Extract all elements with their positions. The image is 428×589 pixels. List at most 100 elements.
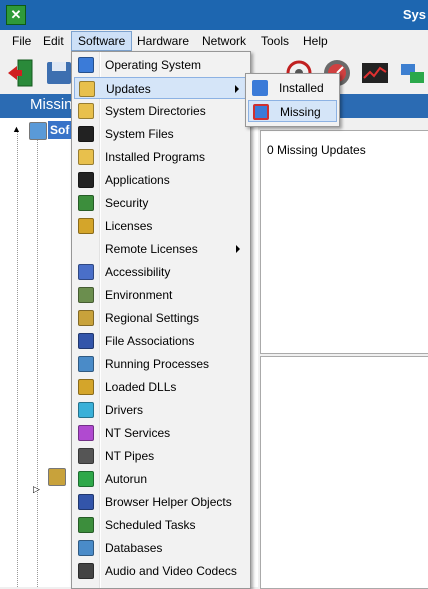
menu-item-applications[interactable]: Applications xyxy=(74,169,248,191)
folder-icon xyxy=(79,81,95,97)
menu-item-audio-and-video-codecs[interactable]: Audio and Video Codecs xyxy=(74,560,248,582)
exit-icon[interactable] xyxy=(6,58,36,88)
menu-item-system-files[interactable]: System Files xyxy=(74,123,248,145)
menu-bar: File Edit Software Hardware Network Tool… xyxy=(0,30,428,53)
gear-icon xyxy=(78,425,94,441)
menu-item-nt-services[interactable]: NT Services xyxy=(74,422,248,444)
codec-icon xyxy=(78,563,94,579)
menu-item-loaded-dlls[interactable]: Loaded DLLs xyxy=(74,376,248,398)
menu-item-label: Missing xyxy=(280,105,321,119)
menu-item-label: Operating System xyxy=(105,58,202,72)
network-icon[interactable] xyxy=(398,58,428,88)
gear-icon xyxy=(78,402,94,418)
tree-connector xyxy=(37,140,38,587)
submenu-arrow-icon xyxy=(236,245,240,253)
menu-item-label: Security xyxy=(105,196,149,210)
windows-icon xyxy=(78,57,94,73)
menu-item-label: Browser Helper Objects xyxy=(105,495,232,509)
menu-item-label: Applications xyxy=(105,173,170,187)
console-icon xyxy=(78,126,94,142)
menu-item-updates-installed[interactable]: Installed xyxy=(248,77,337,99)
shield-icon xyxy=(78,195,94,211)
updates-list[interactable]: 0 Missing Updates xyxy=(260,130,428,354)
menu-hardware[interactable]: Hardware xyxy=(131,32,195,50)
title-bar: ✕ Sys xyxy=(0,0,428,30)
menu-item-licenses[interactable]: Licenses xyxy=(74,215,248,237)
menu-software[interactable]: Software xyxy=(71,31,133,51)
tree-expander[interactable]: ▲ xyxy=(12,124,21,134)
task-icon xyxy=(78,517,94,533)
menu-item-label: Installed xyxy=(279,81,324,95)
menu-item-nt-pipes[interactable]: NT Pipes xyxy=(74,445,248,467)
missing-updates-count: 0 Missing Updates xyxy=(267,143,366,157)
menu-item-label: File Associations xyxy=(105,334,195,348)
menu-item-label: Accessibility xyxy=(105,265,171,279)
menu-item-installed-programs[interactable]: Installed Programs xyxy=(74,146,248,168)
menu-edit[interactable]: Edit xyxy=(37,32,70,50)
environment-icon xyxy=(78,287,94,303)
menu-item-system-directories[interactable]: System Directories xyxy=(74,100,248,122)
accessibility-icon xyxy=(78,264,94,280)
folder-icon xyxy=(78,149,94,165)
menu-network[interactable]: Network xyxy=(196,32,252,50)
menu-item-drivers[interactable]: Drivers xyxy=(74,399,248,421)
windows-icon xyxy=(252,80,268,96)
updates-submenu: Installed Missing xyxy=(245,73,340,127)
app-icon[interactable]: ✕ xyxy=(6,5,26,25)
tree-expander[interactable]: ▷ xyxy=(33,484,40,495)
menu-item-security[interactable]: Security xyxy=(74,192,248,214)
menu-item-label: Audio and Video Codecs xyxy=(105,564,237,578)
menu-item-label: System Directories xyxy=(105,104,206,118)
menu-item-environment[interactable]: Environment xyxy=(74,284,248,306)
menu-item-label: Licenses xyxy=(105,219,153,233)
menu-item-label: NT Pipes xyxy=(105,449,155,463)
menu-item-file-associations[interactable]: File Associations xyxy=(74,330,248,352)
menu-item-operating-system[interactable]: Operating System xyxy=(74,54,248,76)
menu-item-label: Installed Programs xyxy=(105,150,206,164)
menu-item-running-processes[interactable]: Running Processes xyxy=(74,353,248,375)
software-icon xyxy=(29,122,47,140)
pipe-icon xyxy=(78,448,94,464)
menu-item-updates[interactable]: Updates xyxy=(74,77,248,99)
bho-icon xyxy=(78,494,94,510)
menu-item-remote-licenses[interactable]: Remote Licenses xyxy=(74,238,248,260)
tree-item-icon xyxy=(48,468,66,486)
missing-update-icon xyxy=(253,104,269,120)
menu-tools[interactable]: Tools xyxy=(255,32,295,50)
menu-item-autorun[interactable]: Autorun xyxy=(74,468,248,490)
font-icon xyxy=(78,310,94,326)
menu-item-label: Scheduled Tasks xyxy=(105,518,196,532)
menu-item-label: Updates xyxy=(106,82,151,96)
font-icon xyxy=(78,333,94,349)
menu-item-label: Remote Licenses xyxy=(105,242,198,256)
tree-connector xyxy=(17,130,18,587)
menu-item-regional-settings[interactable]: Regional Settings xyxy=(74,307,248,329)
dll-icon xyxy=(78,379,94,395)
menu-item-updates-missing[interactable]: Missing xyxy=(248,100,337,122)
monitor-graph-icon[interactable] xyxy=(360,58,390,88)
database-icon xyxy=(78,540,94,556)
autorun-icon xyxy=(78,471,94,487)
menu-item-label: Running Processes xyxy=(105,357,210,371)
blank-icon xyxy=(78,241,94,257)
menu-item-label: NT Services xyxy=(105,426,171,440)
tree-root-item[interactable]: Sof xyxy=(48,121,73,139)
process-icon xyxy=(78,356,94,372)
menu-item-databases[interactable]: Databases xyxy=(74,537,248,559)
submenu-arrow-icon xyxy=(235,85,239,93)
menu-item-label: Environment xyxy=(105,288,173,302)
software-menu: Operating System Updates System Directorie… xyxy=(71,51,251,589)
folder-icon xyxy=(78,103,94,119)
window-title: Sys xyxy=(402,7,426,22)
menu-item-label: Autorun xyxy=(105,472,148,486)
details-panel[interactable] xyxy=(260,356,428,589)
menu-item-accessibility[interactable]: Accessibility xyxy=(74,261,248,283)
menu-item-label: Regional Settings xyxy=(105,311,200,325)
lock-icon xyxy=(78,218,94,234)
menu-file[interactable]: File xyxy=(6,32,37,50)
menu-help[interactable]: Help xyxy=(297,32,334,50)
save-icon[interactable] xyxy=(44,58,74,88)
menu-item-scheduled-tasks[interactable]: Scheduled Tasks xyxy=(74,514,248,536)
menu-item-browser-helper-objects[interactable]: Browser Helper Objects xyxy=(74,491,248,513)
menu-item-label: Loaded DLLs xyxy=(105,380,177,394)
